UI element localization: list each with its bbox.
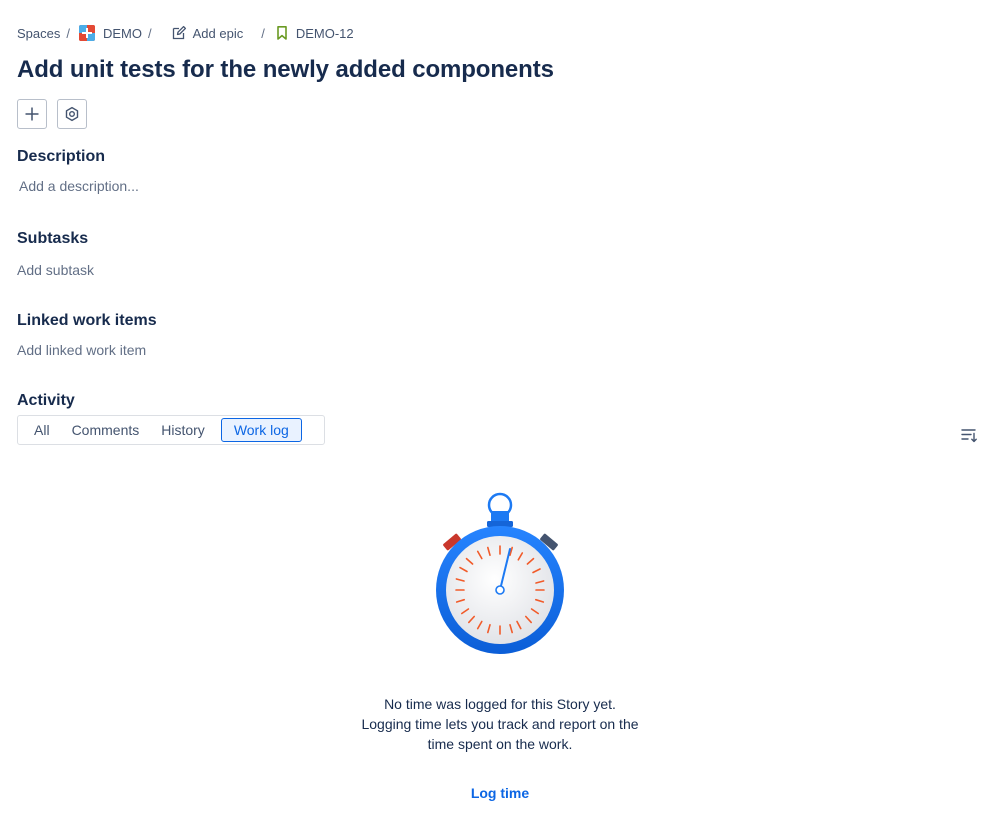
description-input[interactable]: Add a description... xyxy=(19,178,139,194)
linked-work-items-heading: Linked work items xyxy=(17,312,157,329)
breadcrumb-separator: / xyxy=(66,25,70,41)
add-linked-work-item-button[interactable]: Add linked work item xyxy=(17,342,146,358)
page-title[interactable]: Add unit tests for the newly added compo… xyxy=(17,56,554,84)
empty-state-line-1: No time was logged for this Story yet. xyxy=(384,696,616,712)
empty-state-line-3: time spent on the work. xyxy=(427,736,573,752)
breadcrumb-add-epic-label: Add epic xyxy=(192,25,244,41)
breadcrumb-project[interactable]: DEMO xyxy=(79,25,142,41)
breadcrumb-add-epic[interactable]: Add epic xyxy=(171,25,244,41)
subtasks-heading: Subtasks xyxy=(17,230,89,247)
edit-icon xyxy=(172,25,186,40)
breadcrumb-separator: / xyxy=(148,25,152,41)
breadcrumb-separator: / xyxy=(261,25,265,41)
sort-button[interactable] xyxy=(958,424,980,446)
empty-state-message: No time was logged for this Story yet. L… xyxy=(330,694,670,754)
tab-all[interactable]: All xyxy=(23,418,61,442)
add-subtask-button[interactable]: Add subtask xyxy=(17,262,94,278)
activity-tabs: All Comments History Work log xyxy=(17,415,325,445)
activity-heading: Activity xyxy=(17,392,75,409)
tab-comments[interactable]: Comments xyxy=(61,418,151,442)
log-time-button[interactable]: Log time xyxy=(450,785,550,801)
breadcrumb-project-label: DEMO xyxy=(103,25,142,41)
empty-state-line-2: Logging time lets you track and report o… xyxy=(361,716,639,732)
plus-icon xyxy=(25,107,39,121)
breadcrumb: Spaces / DEMO / Add epic / DEMO-12 xyxy=(17,22,354,44)
breadcrumb-spaces[interactable]: Spaces xyxy=(17,26,60,41)
tab-work-log[interactable]: Work log xyxy=(220,418,302,442)
breadcrumb-issue[interactable]: DEMO-12 xyxy=(274,25,354,41)
stopwatch-illustration xyxy=(436,492,564,654)
project-icon xyxy=(79,25,95,41)
bookmark-icon xyxy=(277,26,287,40)
hexagon-icon xyxy=(65,106,79,122)
description-heading: Description xyxy=(17,148,106,165)
tab-history[interactable]: History xyxy=(150,418,216,442)
breadcrumb-issue-key: DEMO-12 xyxy=(295,25,354,41)
sort-icon xyxy=(961,429,977,443)
apps-button[interactable] xyxy=(57,99,87,129)
add-button[interactable] xyxy=(17,99,47,129)
